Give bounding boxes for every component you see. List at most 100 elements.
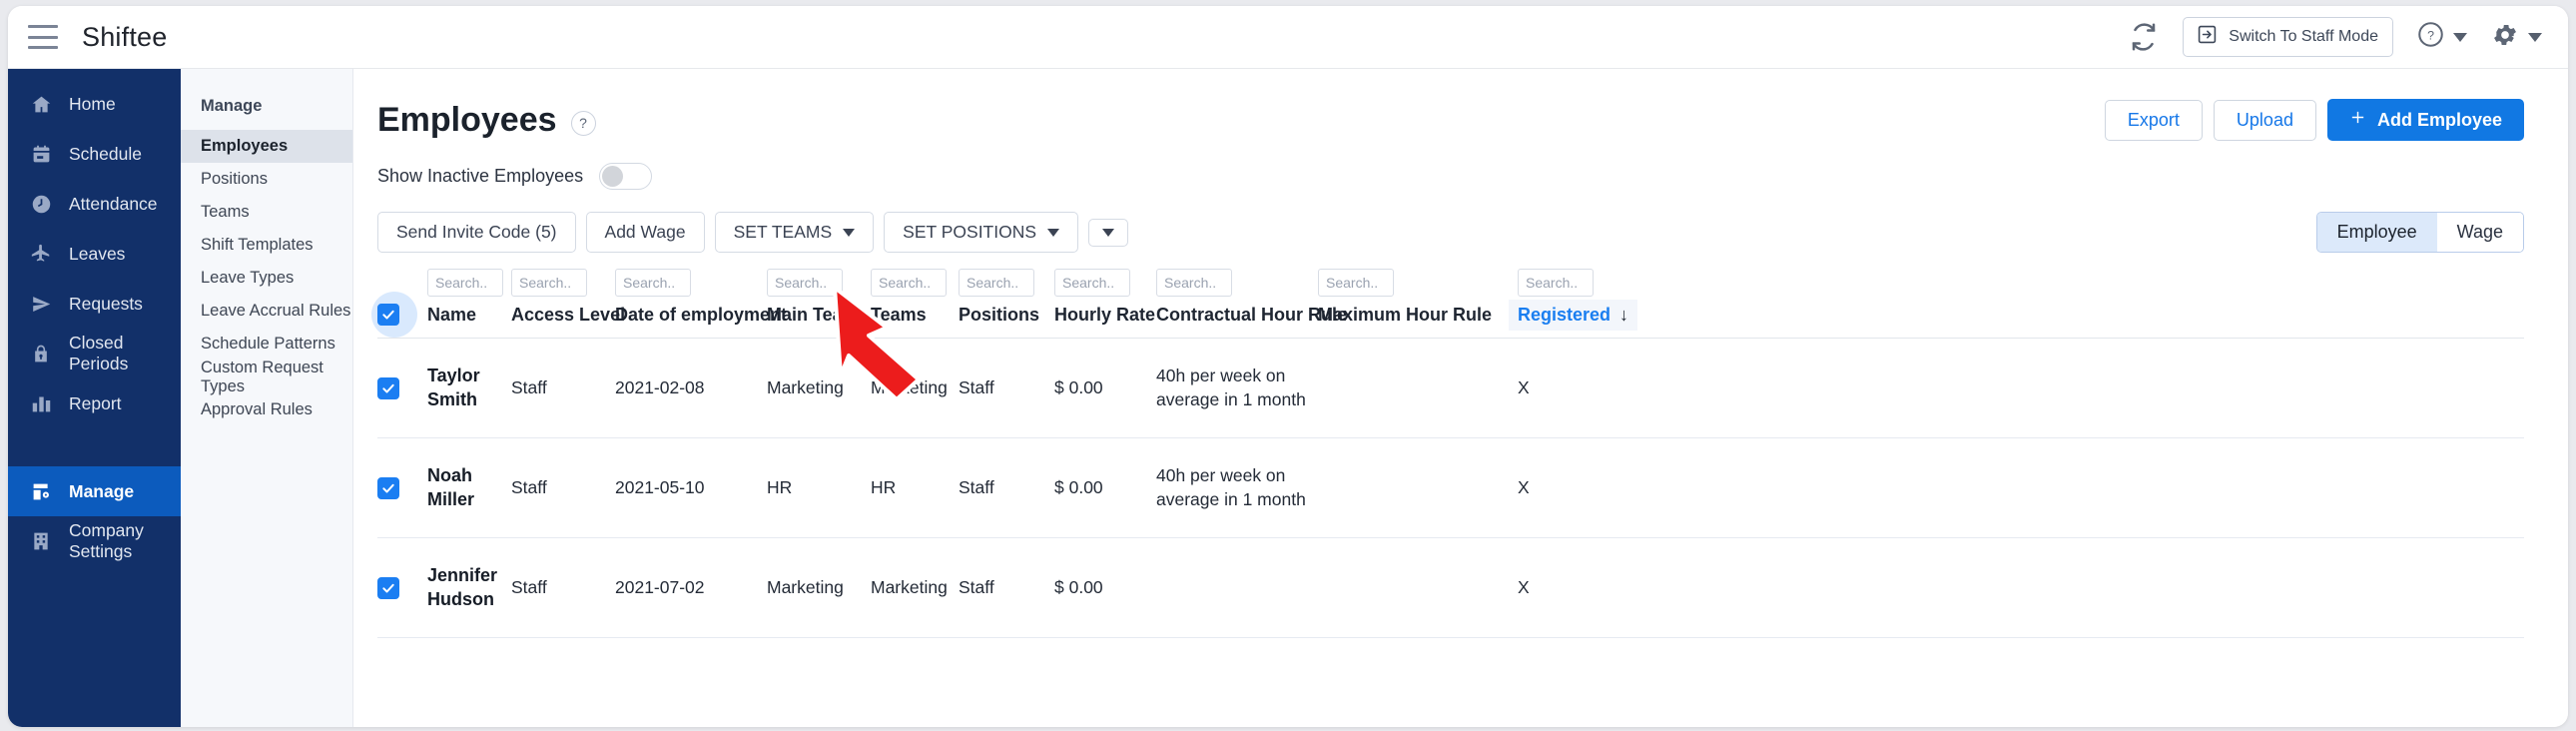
page-title: Employees [377,100,557,139]
hamburger-icon[interactable] [28,25,58,49]
table-row[interactable]: Jennifer Hudson Staff 2021-07-02 Marketi… [377,538,2524,638]
table-row[interactable]: Noah Miller Staff 2021-05-10 HR HR Staff… [377,438,2524,538]
column-header-access-level[interactable]: Access Level [511,305,625,326]
more-actions-dropdown[interactable] [1088,218,1129,247]
toggle-knob [602,166,624,187]
row-checkbox-cell[interactable] [377,376,427,399]
tab-wage[interactable]: Wage [2436,213,2523,252]
cell-name: Noah Miller [427,465,475,509]
show-inactive-toggle[interactable] [599,163,653,190]
cell-access-level: Staff [511,476,547,497]
subnav-item-positions[interactable]: Positions [181,163,352,196]
subnav-item-teams[interactable]: Teams [181,196,352,229]
send-icon [30,293,52,315]
search-input-teams[interactable] [871,269,947,297]
sidebar-item-closed-periods[interactable]: Closed Periods [8,329,181,378]
column-header-date-of-employment[interactable]: Date of employment [615,305,787,326]
search-input-maximum-hour-rule[interactable] [1318,269,1394,297]
subnav-item-employees[interactable]: Employees [181,130,352,163]
cell-date-of-employment: 2021-07-02 [615,576,705,597]
row-checkbox[interactable] [377,476,399,499]
send-invite-code-label: Send Invite Code (5) [396,222,557,242]
add-wage-label: Add Wage [604,222,686,242]
search-input-main-team[interactable] [767,269,843,297]
export-button[interactable]: Export [2104,99,2203,141]
column-header-teams[interactable]: Teams [871,305,959,326]
column-header-main-team[interactable]: Main Team [767,305,871,326]
cell-hourly-rate: $ 0.00 [1054,476,1103,497]
subnav-item-leave-accrual-rules[interactable]: Leave Accrual Rules [181,295,352,328]
sidebar-item-attendance[interactable]: Attendance [8,179,181,229]
cell-positions: Staff [959,476,994,497]
switch-to-staff-mode-label: Switch To Staff Mode [2229,28,2378,45]
svg-text:?: ? [2427,29,2434,43]
subnav-item-approval-rules[interactable]: Approval Rules [181,393,352,426]
sidebar-item-label: Report [69,392,122,413]
column-header-registered-cell[interactable]: Registered ↓ [1509,299,1637,331]
building-icon [30,530,52,552]
cell-date-of-employment: 2021-05-10 [615,476,705,497]
tab-employee[interactable]: Employee [2316,213,2437,252]
help-badge-icon[interactable]: ? [570,110,596,136]
switch-to-staff-mode-button[interactable]: Switch To Staff Mode [2183,17,2393,57]
subnav-title: Manage [201,97,263,115]
column-header-registered[interactable]: Registered ↓ [1509,299,1637,331]
search-input-access-level[interactable] [511,269,587,297]
show-inactive-label: Show Inactive Employees [377,166,584,186]
settings-menu[interactable] [2491,21,2542,54]
search-input-positions[interactable] [959,269,1034,297]
cell-registered: X [1518,376,1530,397]
select-all-checkbox-cell[interactable] [371,292,427,338]
primary-sidebar: Home Schedule Attendance Leaves Requests [8,69,181,727]
column-header-maximum-hour-rule[interactable]: Maximum Hour Rule [1318,305,1518,326]
sidebar-item-report[interactable]: Report [8,378,181,428]
lock-icon [30,343,52,365]
search-input-name[interactable] [427,269,503,297]
sidebar-item-leaves[interactable]: Leaves [8,229,181,279]
sidebar-divider-space [8,428,181,466]
column-header-positions[interactable]: Positions [959,305,1054,326]
sidebar-item-home[interactable]: Home [8,79,181,129]
search-input-contractual-hour-rule[interactable] [1156,269,1232,297]
subnav-item-shift-templates[interactable]: Shift Templates [181,229,352,262]
refresh-icon[interactable] [2129,22,2159,52]
table-row[interactable]: Taylor Smith Staff 2021-02-08 Marketing … [377,339,2524,438]
send-invite-code-button[interactable]: Send Invite Code (5) [377,212,576,253]
sidebar-item-requests[interactable]: Requests [8,279,181,329]
sidebar-item-schedule[interactable]: Schedule [8,129,181,179]
row-checkbox-cell[interactable] [377,476,427,499]
sidebar-item-label: Company Settings [69,520,144,561]
bar-chart-icon [30,392,52,414]
column-header-contractual-hour-rule[interactable]: Contractual Hour Rule [1156,305,1347,326]
column-search-row [377,269,2524,304]
manage-subnav: Manage Employees Positions Teams Shift T… [181,69,353,727]
cell-teams: HR [871,476,897,497]
sidebar-item-manage[interactable]: Manage [8,466,181,516]
chevron-down-icon [2528,32,2542,42]
row-checkbox-cell[interactable] [377,576,427,599]
add-wage-button[interactable]: Add Wage [585,212,705,253]
column-header-hourly-rate[interactable]: Hourly Rate [1054,305,1156,326]
chevron-down-icon [1047,228,1060,237]
subnav-item-custom-request-types[interactable]: Custom Request Types [181,359,352,395]
search-input-date-of-employment[interactable] [615,269,691,297]
select-all-checkbox[interactable] [377,304,399,326]
add-employee-button[interactable]: Add Employee [2326,99,2524,141]
sidebar-item-label: Manage [69,480,135,501]
arrow-down-icon: ↓ [1619,304,1629,325]
sidebar-item-company-settings[interactable]: Company Settings [8,516,181,566]
help-menu[interactable]: ? [2417,21,2467,53]
search-input-registered[interactable] [1518,269,1594,297]
subnav-item-label: Employees [201,137,289,155]
set-positions-dropdown[interactable]: SET POSITIONS [884,212,1079,253]
subnav-item-leave-types[interactable]: Leave Types [181,262,352,295]
row-checkbox[interactable] [377,376,399,399]
upload-button[interactable]: Upload [2213,99,2316,141]
subnav-item-schedule-patterns[interactable]: Schedule Patterns [181,328,352,361]
set-teams-dropdown[interactable]: SET TEAMS [714,212,875,253]
column-header-name[interactable]: Name [427,305,511,326]
search-input-hourly-rate[interactable] [1054,269,1130,297]
subnav-item-label: Shift Templates [201,236,314,254]
row-checkbox[interactable] [377,576,399,599]
top-bar-actions: Switch To Staff Mode ? [2129,17,2542,57]
